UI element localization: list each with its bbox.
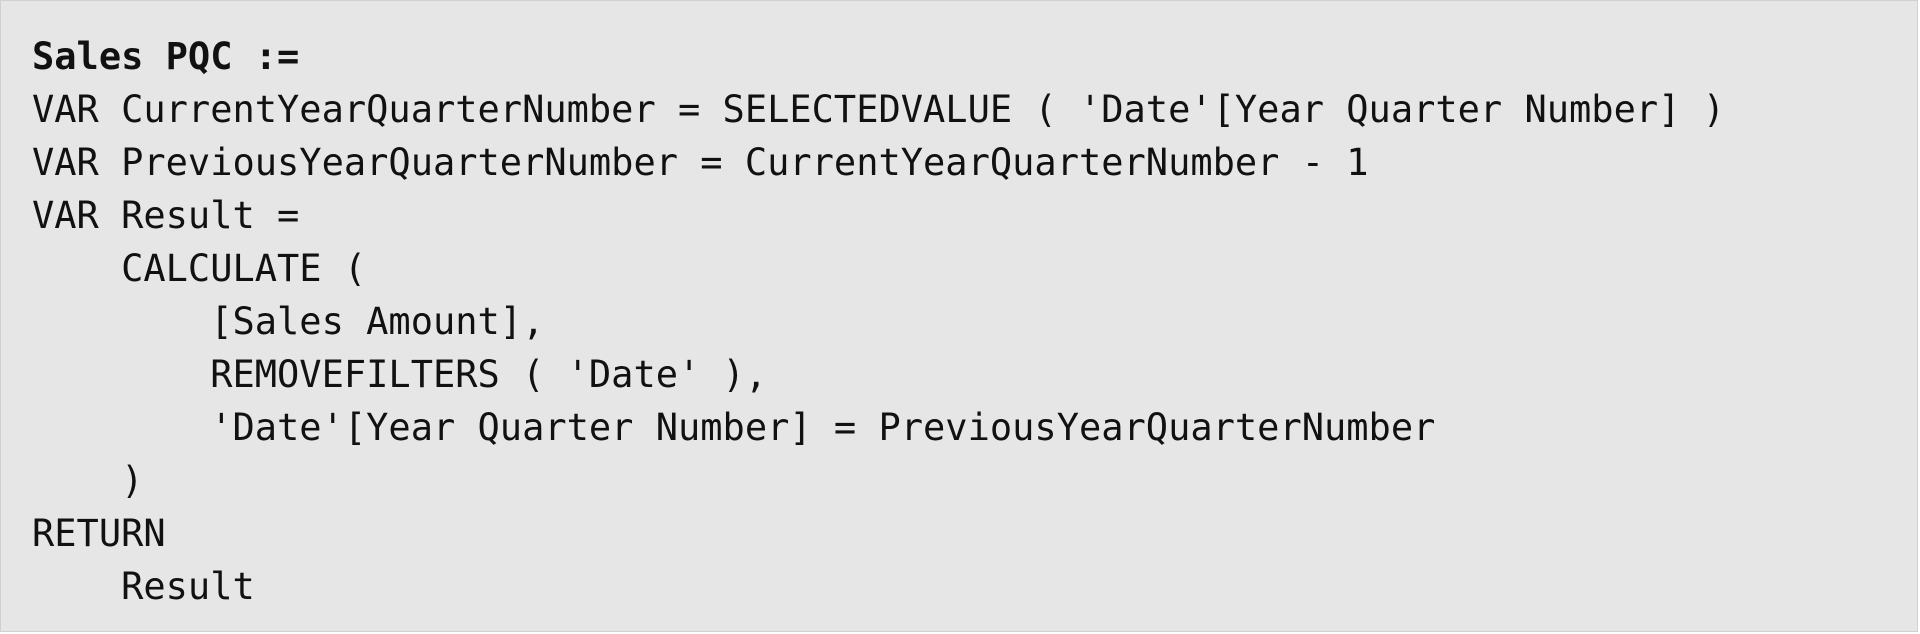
code-block: Sales PQC := VAR CurrentYearQuarterNumbe… xyxy=(0,0,1918,632)
code-line: VAR Result = xyxy=(32,194,300,237)
code-line: ) xyxy=(32,459,144,502)
code-line: VAR PreviousYearQuarterNumber = CurrentY… xyxy=(32,141,1369,184)
code-line: Result xyxy=(32,565,255,608)
code-line: [Sales Amount], xyxy=(32,300,545,343)
code-line: VAR CurrentYearQuarterNumber = SELECTEDV… xyxy=(32,88,1725,131)
code-line: REMOVEFILTERS ( 'Date' ), xyxy=(32,353,768,396)
code-line: 'Date'[Year Quarter Number] = PreviousYe… xyxy=(32,406,1436,449)
measure-definition-line: Sales PQC := xyxy=(32,35,300,78)
code-line: RETURN xyxy=(32,512,166,555)
code-line: CALCULATE ( xyxy=(32,247,367,290)
